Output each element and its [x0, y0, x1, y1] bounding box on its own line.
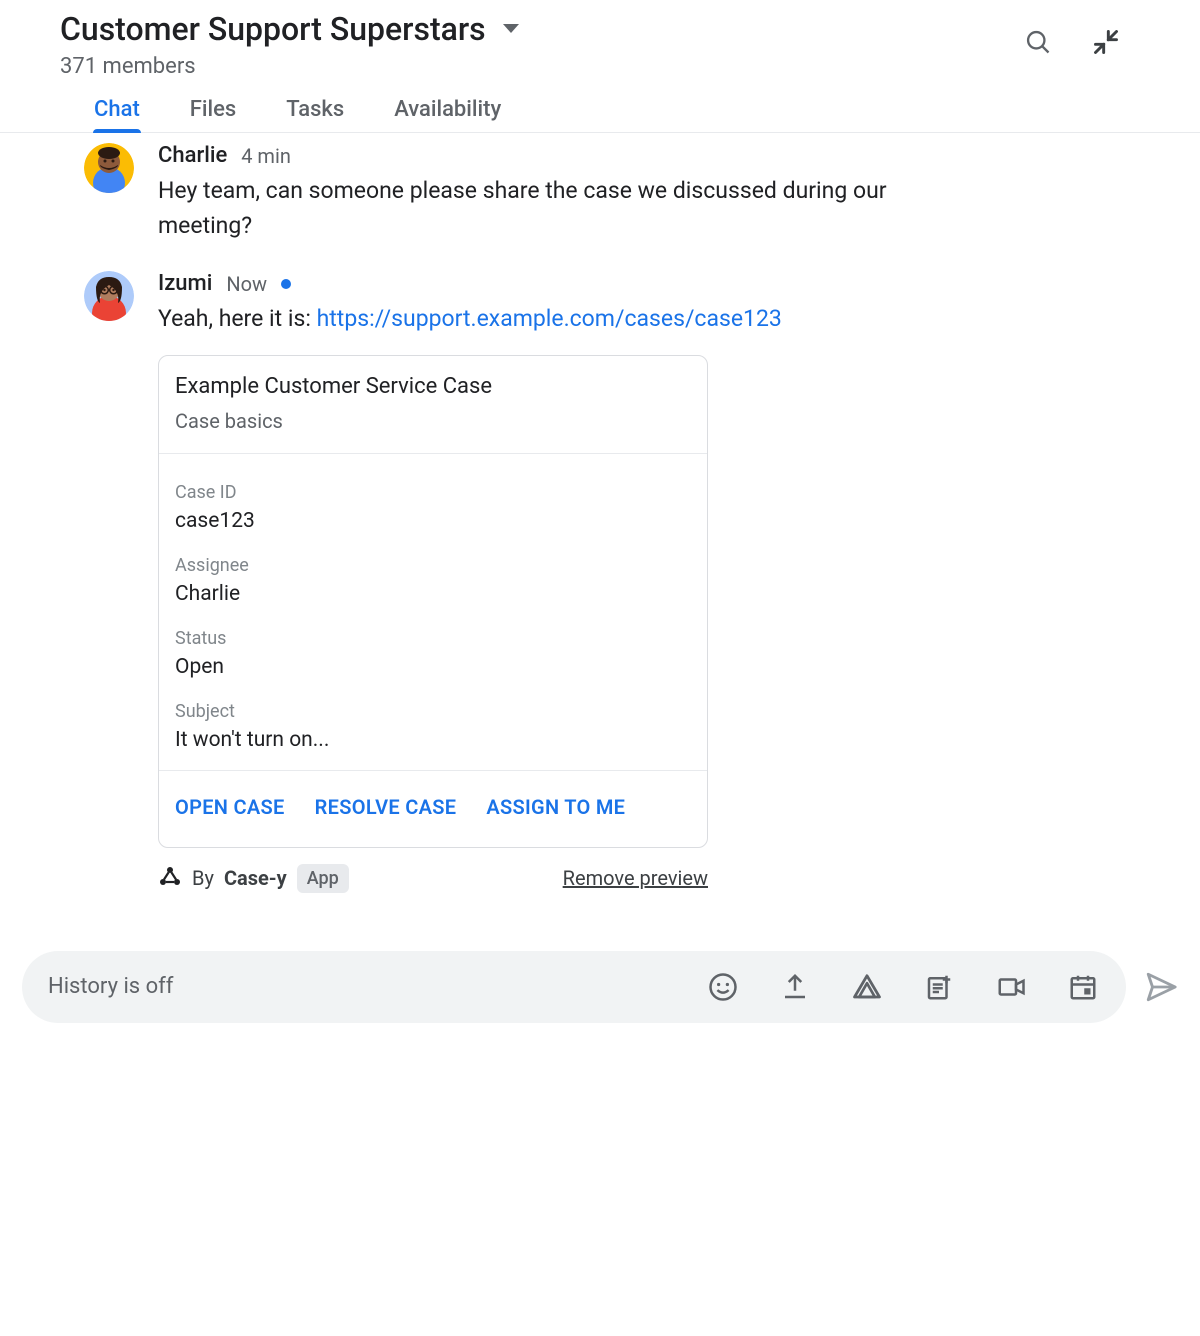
message-author: Izumi — [158, 271, 212, 296]
member-count: 371 members — [60, 54, 520, 79]
drive-icon[interactable] — [852, 972, 882, 1002]
tab-label: Files — [190, 97, 236, 122]
assign-to-me-button[interactable]: ASSIGN TO ME — [486, 795, 625, 819]
calendar-icon[interactable] — [1068, 972, 1098, 1002]
search-icon[interactable] — [1024, 28, 1052, 56]
field-value: Open — [175, 655, 691, 679]
field-label: Subject — [175, 701, 691, 722]
open-case-button[interactable]: OPEN CASE — [175, 795, 285, 819]
field-label: Case ID — [175, 482, 691, 503]
tab-availability[interactable]: Availability — [394, 97, 501, 132]
composer[interactable]: History is off — [22, 951, 1126, 1023]
field-label: Status — [175, 628, 691, 649]
card-subtitle: Case basics — [175, 409, 691, 433]
by-app-name: Case-y — [224, 866, 287, 890]
field-value: case123 — [175, 509, 691, 533]
composer-placeholder: History is off — [48, 974, 173, 999]
tabs: Chat Files Tasks Availability — [60, 79, 1140, 132]
new-doc-icon[interactable] — [924, 972, 954, 1002]
video-icon[interactable] — [996, 972, 1026, 1002]
remove-preview-link[interactable]: Remove preview — [563, 866, 708, 890]
tab-label: Tasks — [286, 97, 344, 122]
tab-chat[interactable]: Chat — [94, 97, 140, 132]
message-author: Charlie — [158, 143, 227, 168]
room-title-dropdown[interactable]: Customer Support Superstars — [60, 10, 520, 48]
message: Charlie 4 min Hey team, can someone plea… — [84, 143, 1140, 243]
app-chip: App — [297, 864, 349, 893]
message: Izumi Now Yeah, here it is: https://supp… — [84, 271, 1140, 893]
card-title: Example Customer Service Case — [175, 374, 691, 399]
chevron-down-icon — [502, 23, 520, 35]
card-footer: By Case-y App Remove preview — [158, 864, 708, 893]
tab-label: Chat — [94, 97, 140, 122]
by-prefix: By — [192, 866, 214, 890]
field-value: Charlie — [175, 582, 691, 606]
message-link[interactable]: https://support.example.com/cases/case12… — [317, 305, 782, 332]
avatar[interactable] — [84, 271, 134, 321]
field-value: It won't turn on... — [175, 728, 691, 752]
send-button[interactable] — [1144, 970, 1178, 1004]
header: Customer Support Superstars 371 members — [0, 0, 1200, 132]
message-list: Charlie 4 min Hey team, can someone plea… — [0, 133, 1200, 893]
field-label: Assignee — [175, 555, 691, 576]
emoji-icon[interactable] — [708, 972, 738, 1002]
avatar[interactable] — [84, 143, 134, 193]
resolve-case-button[interactable]: RESOLVE CASE — [315, 795, 457, 819]
link-preview-card: Example Customer Service Case Case basic… — [158, 355, 708, 848]
message-text: Hey team, can someone please share the c… — [158, 174, 978, 243]
message-text: Yeah, here it is: https://support.exampl… — [158, 302, 978, 337]
room-title: Customer Support Superstars — [60, 10, 486, 48]
tab-label: Availability — [394, 97, 501, 122]
tab-files[interactable]: Files — [190, 97, 236, 132]
message-time: 4 min — [241, 144, 291, 168]
message-time: Now — [226, 272, 267, 296]
collapse-icon[interactable] — [1092, 28, 1120, 56]
message-text-prefix: Yeah, here it is: — [158, 305, 317, 332]
upload-icon[interactable] — [780, 972, 810, 1002]
tab-tasks[interactable]: Tasks — [286, 97, 344, 132]
webhook-icon — [158, 864, 182, 893]
unread-indicator — [281, 279, 291, 289]
